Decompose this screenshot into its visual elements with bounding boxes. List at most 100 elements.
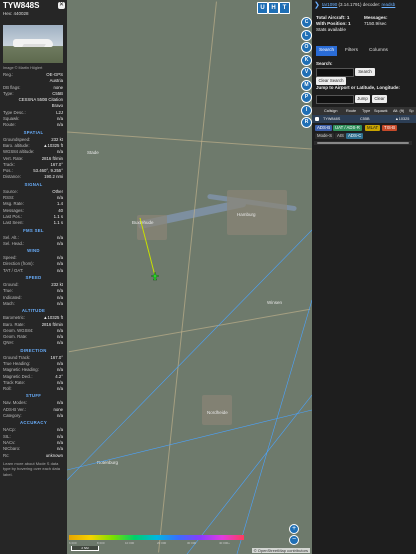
clear-search-button[interactable]: Clear Search [316,77,346,85]
toolbar-button-i[interactable]: I [301,104,312,116]
map-button-h[interactable]: H [268,2,279,14]
info-label: Baro. Rate: [3,321,25,327]
tag-modes: Mode-S [315,133,335,139]
hex-label: Hex: [3,11,14,16]
section-heading: FMS SEL [23,227,44,233]
info-label: Baro. altitude: [3,142,30,148]
info-value: n/a [57,255,63,261]
col-squawk[interactable]: Squawk [374,107,388,115]
info-row: Sel. Head.: n/a [0,241,67,247]
aircraft-photo[interactable] [3,25,63,63]
altitude-legend [69,535,244,540]
info-value: OE-GPS [46,72,63,77]
col-type[interactable]: Type [362,107,370,115]
info-value: n/a [57,433,63,439]
info-label: Ground Track: [3,354,31,360]
wing-shape [22,44,46,47]
total-label: Total Aircraft: [316,15,347,20]
col-alt[interactable]: Alt. (ft) [393,107,404,115]
panel-header: ❯ tar1090 (3.14.1791) decoder: readsb [312,0,416,11]
info-label: ADS-B Ver.: [3,406,26,412]
info-label: Magnetic Decl.: [3,373,33,379]
version-text: tar1090 (3.14.1791) decoder: readsb [322,2,395,7]
stats-block: Total Aircraft: 1 With Position: 1 Stats… [316,15,388,33]
collapse-arrow-icon[interactable]: ❯ [314,1,320,9]
photo-credit: Image © Martin Höglert [3,66,43,70]
toolbar-button-m[interactable]: M [301,79,312,91]
info-label: SIL: [3,433,11,439]
info-label: NICbaro: [3,446,21,452]
toolbar-button-l[interactable]: L [301,29,312,41]
col-speed[interactable]: Sp [409,107,414,115]
decoder-link[interactable]: readsb [382,2,396,7]
close-icon[interactable]: ✕ [58,2,65,9]
info-value: n/a [57,300,63,306]
toolbar-button-k[interactable]: K [301,54,312,66]
info-value: 2816 ft/min [41,321,63,327]
jump-button[interactable]: Jump [355,95,370,103]
toolbar-button-v[interactable]: V [301,67,312,78]
map-button-t[interactable]: T [279,2,290,14]
toolbar-button-r[interactable]: R [301,117,312,128]
info-value: Austria [49,78,63,84]
table-header: Callsign Route Type Squawk Alt. (ft) Sp [312,107,416,115]
info-value: none [53,406,63,412]
info-label: Sel. Head.: [3,240,25,246]
col-route[interactable]: Route [346,107,356,115]
with-pos-value: 1 [348,21,351,26]
info-label: Msg. Rate: [3,201,24,207]
row-checkbox[interactable] [315,117,319,121]
tab-columns[interactable]: Columns [366,46,391,56]
info-label: Route: [3,122,16,128]
info-label: Type: [3,90,14,96]
info-label: Rc: [3,452,10,458]
toolbar-button-o[interactable]: O [301,42,312,53]
info-value: 232 kt [51,136,63,142]
info-value: n/a [57,294,63,300]
alt-tick: 8 000 [97,541,105,545]
tag-tisb: TIS-B [382,125,397,131]
search-input[interactable] [316,68,354,77]
info-value: n/a [57,334,63,340]
section-heading: ACCURACY [20,420,47,426]
stats-link[interactable]: Stats available [316,27,351,33]
info-value: 232 kt [51,282,63,288]
search-button[interactable]: Search [355,68,375,76]
tab-search[interactable]: Search [316,46,338,56]
jump-input[interactable] [316,95,354,104]
col-callsign[interactable]: Callsign [324,107,338,115]
section-heading: WIND [27,248,40,254]
info-label: Direction (from): [3,261,34,267]
info-label: NACv: [3,439,16,445]
map[interactable]: Buxtehude Hamburg Stade Winsen Nordheide… [67,0,312,554]
search-label: Search: [316,61,333,66]
table-row[interactable]: TYW848S C55B ▲10325 [312,115,416,123]
zoom-in-button[interactable]: + [289,524,299,534]
info-value: 4.2° [55,373,63,379]
toolbar-button-c[interactable]: C [301,17,312,28]
alt-tick: 30 000 [187,541,197,545]
jump-clear-button[interactable]: Clear [372,95,387,103]
version-link[interactable]: tar1090 [322,2,337,7]
scrollbar-thumb[interactable] [317,142,409,144]
info-row: TAT / OAT: n/a [0,268,67,274]
table-scrollbar[interactable] [314,141,412,145]
toolbar-button-p[interactable]: P [301,92,312,103]
info-value: n/a [57,195,63,201]
info-label: Reg.: [3,72,14,77]
section-heading: SPEED [25,275,42,281]
tag-ais: AIS [335,133,346,139]
aircraft-list-panel: ❯ tar1090 (3.14.1791) decoder: readsb To… [312,0,416,554]
map-attribution[interactable]: © OpenStreetMap contributors [251,548,310,553]
info-label: DB flags: [3,84,21,90]
info-row: Roll: n/a [0,386,67,392]
info-value: n/a [57,149,63,155]
section-heading: SIGNAL [24,181,43,187]
info-label: Mach: [3,300,15,306]
tab-filters[interactable]: Filters [342,46,361,56]
info-value: n/a [57,327,63,333]
zoom-out-button[interactable]: − [289,535,299,545]
info-label: Vert. Rate: [3,155,24,161]
trail-line [139,217,156,277]
map-button-u[interactable]: U [257,2,268,14]
